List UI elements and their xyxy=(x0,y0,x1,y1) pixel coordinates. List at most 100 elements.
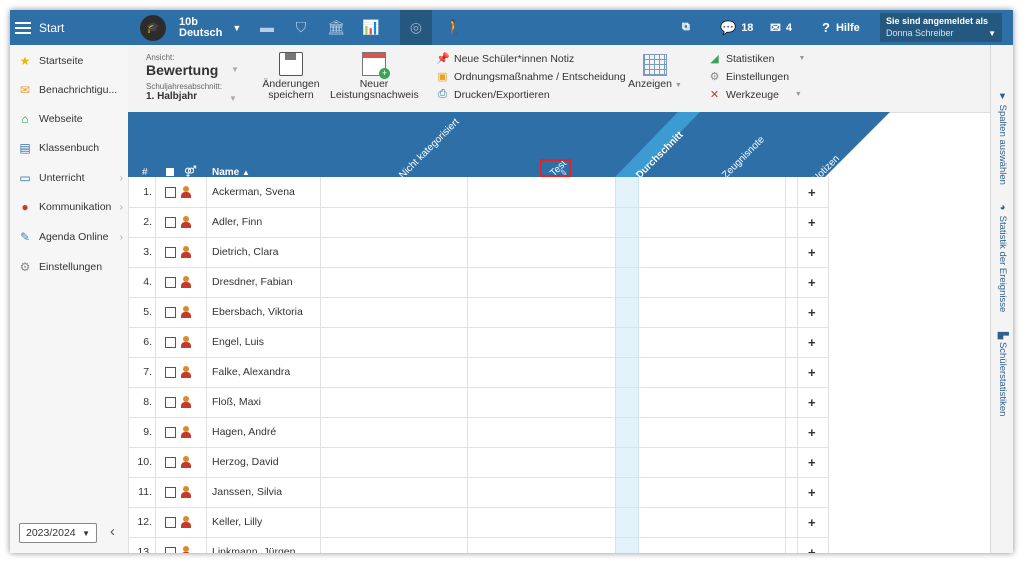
gear-icon: ⚙ xyxy=(19,260,31,274)
row-checkbox[interactable] xyxy=(165,387,176,417)
add-note-icon[interactable]: + xyxy=(808,507,816,537)
chevron-down-icon[interactable]: ▼ xyxy=(229,94,237,103)
period-label: Schuljahresabschnitt: xyxy=(146,82,223,91)
sidebar-item-kommunikation[interactable]: ● Kommunikation › xyxy=(10,196,128,218)
save-changes-button[interactable]: Änderungen speichern xyxy=(254,52,328,101)
calendar-add-icon: + xyxy=(362,52,390,79)
add-note-icon[interactable]: + xyxy=(808,207,816,237)
add-note-icon[interactable]: + xyxy=(808,387,816,417)
chevron-down-icon: ▼ xyxy=(232,22,242,33)
view-value: Bewertung xyxy=(146,62,219,78)
row-checkbox[interactable] xyxy=(165,507,176,537)
new-assessment-button[interactable]: + Neuer Leistungsnachweis xyxy=(330,52,419,101)
help-label: Hilfe xyxy=(835,21,860,34)
add-note-icon[interactable]: + xyxy=(808,357,816,387)
timetable-icon[interactable]: ▬ xyxy=(256,17,278,37)
sidebar-item-startseite[interactable]: ★ Startseite xyxy=(10,50,128,72)
row-number: 6. xyxy=(143,336,152,348)
class-selector[interactable]: 🎓 10b Deutsch ▼ xyxy=(128,10,243,45)
user-menu[interactable]: Sie sind angemeldet als Donna Schreiber … xyxy=(880,13,1002,42)
add-note-icon[interactable]: + xyxy=(808,327,816,357)
row-checkbox[interactable] xyxy=(165,447,176,477)
student-name[interactable]: Dietrich, Clara xyxy=(212,237,279,267)
new-student-note-button[interactable]: 📌 Neue Schüler*innen Notiz xyxy=(436,52,574,66)
display-options-button[interactable]: Anzeigen ▼ xyxy=(625,54,685,91)
student-name[interactable]: Herzog, David xyxy=(212,447,279,477)
sidebar-item-unterricht[interactable]: ▭ Unterricht › xyxy=(10,167,128,189)
print-export-button[interactable]: ⎙ Drucken/Exportieren xyxy=(436,88,550,101)
sidebar-item-klassenbuch[interactable]: ▤ Klassenbuch xyxy=(10,137,128,159)
add-note-icon[interactable]: + xyxy=(808,417,816,447)
student-name[interactable]: Keller, Lilly xyxy=(212,507,262,537)
gears-icon: ⚙ xyxy=(709,71,720,83)
save-icon xyxy=(279,52,303,76)
student-name[interactable]: Dresdner, Fabian xyxy=(212,267,293,297)
statistics-button[interactable]: ◢ Statistiken ▼ xyxy=(708,52,805,66)
row-checkbox[interactable] xyxy=(165,297,176,327)
student-name[interactable]: Falke, Alexandra xyxy=(212,357,290,387)
add-note-icon[interactable]: + xyxy=(808,447,816,477)
select-columns-label: Spalten auswählen xyxy=(997,104,1008,185)
select-all-checkbox[interactable] xyxy=(166,168,174,176)
student-name[interactable]: Hagen, André xyxy=(212,417,276,447)
classroom-icon: ▭ xyxy=(19,171,31,185)
help-button[interactable]: ? Hilfe xyxy=(822,10,860,45)
student-name[interactable]: Ackerman, Svena xyxy=(212,177,295,207)
messages-button[interactable]: 💬 18 xyxy=(720,10,753,45)
student-avatar-icon xyxy=(181,417,191,447)
student-name[interactable]: Engel, Luis xyxy=(212,327,264,357)
row-number: 13. xyxy=(137,546,152,553)
student-statistics-button[interactable]: ▙ Schülerstatistiken xyxy=(997,332,1008,416)
grades-icon[interactable]: ◎ xyxy=(400,10,432,45)
chevron-down-icon[interactable]: ▼ xyxy=(231,65,239,74)
row-checkbox[interactable] xyxy=(165,537,176,553)
add-note-icon[interactable]: + xyxy=(808,237,816,267)
sidebar-item-einstellungen[interactable]: ⚙ Einstellungen xyxy=(10,256,128,278)
student-avatar-icon xyxy=(181,237,191,267)
row-checkbox[interactable] xyxy=(165,237,176,267)
student-name[interactable]: Adler, Finn xyxy=(212,207,262,237)
view-selector[interactable]: Ansicht: Bewertung Schuljahresabschnitt:… xyxy=(146,53,222,102)
row-checkbox[interactable] xyxy=(165,477,176,507)
screen-share-icon[interactable]: ⧉ xyxy=(682,10,690,45)
row-number: 11. xyxy=(138,486,152,498)
shield-icon[interactable]: ⛉ xyxy=(290,17,312,37)
row-checkbox[interactable] xyxy=(165,357,176,387)
table-row: 3. Dietrich, Clara + xyxy=(128,237,828,268)
row-checkbox[interactable] xyxy=(165,207,176,237)
add-note-icon[interactable]: + xyxy=(808,297,816,327)
bar-chart-icon[interactable]: 📊 xyxy=(360,17,382,37)
student-name[interactable]: Floß, Maxi xyxy=(212,387,261,417)
sidebar-item-webseite[interactable]: ⌂ Webseite xyxy=(10,108,128,130)
disciplinary-measure-button[interactable]: ▣ Ordnungsmaßnahme / Entscheidung xyxy=(436,70,625,84)
settings-button[interactable]: ⚙ Einstellungen xyxy=(708,70,789,84)
student-name[interactable]: Ebersbach, Viktoria xyxy=(212,297,303,327)
printer-icon: ⎙ xyxy=(438,88,447,100)
table-row: 10. Herzog, David + xyxy=(128,447,828,478)
statistics-label: Statistiken xyxy=(726,52,775,65)
institution-icon[interactable]: 🏛 xyxy=(325,17,347,37)
start-menu-button[interactable]: Start xyxy=(10,10,128,45)
student-avatar-icon xyxy=(181,297,191,327)
sidebar-item-label: Unterricht xyxy=(39,172,85,184)
table-row: 4. Dresdner, Fabian + xyxy=(128,267,828,298)
add-note-icon[interactable]: + xyxy=(808,267,816,297)
row-checkbox[interactable] xyxy=(165,327,176,357)
event-statistics-button[interactable]: ◕ Statistik der Ereignisse xyxy=(997,202,1008,312)
student-name[interactable]: Janssen, Silvia xyxy=(212,477,282,507)
mail-button[interactable]: ✉ 4 xyxy=(770,10,792,45)
tools-button[interactable]: ✕ Werkzeuge ▼ xyxy=(708,88,802,102)
row-checkbox[interactable] xyxy=(165,417,176,447)
row-checkbox[interactable] xyxy=(165,267,176,297)
add-note-icon[interactable]: + xyxy=(808,477,816,507)
school-year-select[interactable]: 2023/2024 ▼ xyxy=(19,523,97,543)
select-columns-button[interactable]: ▼ Spalten auswählen xyxy=(997,91,1008,185)
add-note-icon[interactable]: + xyxy=(808,537,816,554)
student-name[interactable]: Linkmann, Jürgen xyxy=(212,537,295,553)
sidebar-item-benachrichtigungen[interactable]: ✉ Benachrichtigu... xyxy=(10,79,128,101)
collapse-sidebar-icon[interactable]: ‹ xyxy=(110,523,115,540)
sidebar-item-agenda-online[interactable]: ✎ Agenda Online › xyxy=(10,226,128,248)
row-checkbox[interactable] xyxy=(165,177,176,207)
add-note-icon[interactable]: + xyxy=(808,177,816,207)
walking-icon[interactable]: 🚶 xyxy=(443,17,465,37)
